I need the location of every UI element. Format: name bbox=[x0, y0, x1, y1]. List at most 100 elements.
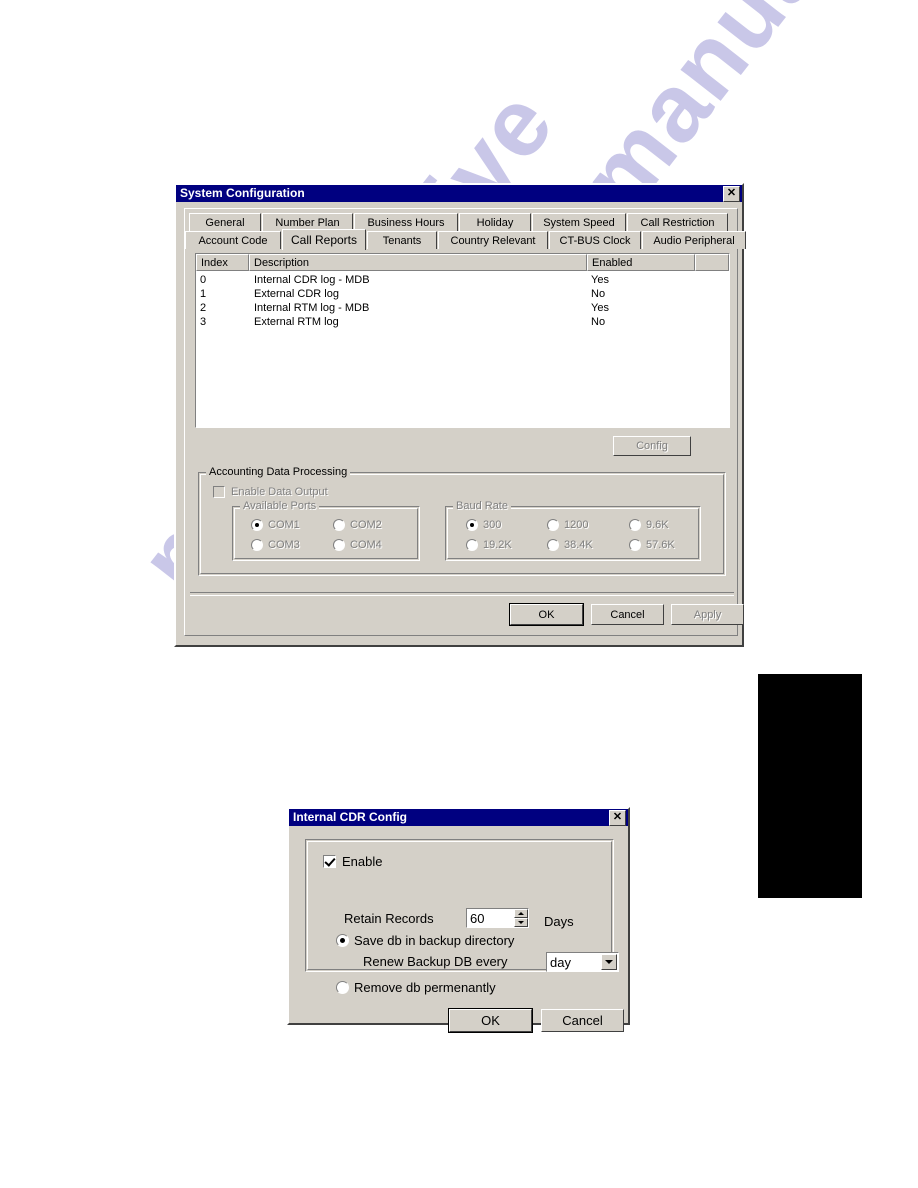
main-dialog-body: General Number Plan Business Hours Holid… bbox=[184, 208, 746, 636]
radio-baud-384k[interactable]: 38.4K bbox=[547, 539, 593, 551]
days-label: Days bbox=[544, 914, 574, 929]
column-header-description[interactable]: Description bbox=[249, 254, 587, 271]
radio-baud-576k[interactable]: 57.6K bbox=[629, 539, 675, 551]
remove-db-label: Remove db permenantly bbox=[354, 980, 496, 995]
radio-icon bbox=[336, 981, 349, 994]
save-db-label: Save db in backup directory bbox=[354, 933, 515, 948]
retain-records-stepper[interactable]: 60 bbox=[466, 908, 529, 928]
column-header-enabled[interactable]: Enabled bbox=[587, 254, 695, 271]
tab-audio-peripheral[interactable]: Audio Peripheral bbox=[642, 231, 746, 249]
chevron-down-icon[interactable] bbox=[601, 954, 617, 970]
tab-ct-bus-clock[interactable]: CT-BUS Clock bbox=[549, 231, 641, 249]
ok-button[interactable]: OK bbox=[509, 603, 584, 626]
baud-rate-title: Baud Rate bbox=[453, 500, 511, 512]
tab-system-speed[interactable]: System Speed bbox=[532, 213, 626, 231]
retain-records-input[interactable]: 60 bbox=[467, 909, 514, 927]
radio-baud-192k[interactable]: 19.2K bbox=[466, 539, 512, 551]
system-configuration-dialog: System Configuration ✕ General Number Pl… bbox=[174, 183, 746, 647]
radio-icon bbox=[466, 519, 478, 531]
cell-description: Internal RTM log - MDB bbox=[254, 302, 370, 314]
radio-icon bbox=[251, 539, 263, 551]
main-dialog-title: System Configuration bbox=[180, 186, 305, 200]
renew-backup-label: Renew Backup DB every bbox=[363, 954, 508, 969]
tab-business-hours[interactable]: Business Hours bbox=[354, 213, 458, 231]
radio-icon bbox=[466, 539, 478, 551]
accounting-group-title: Accounting Data Processing bbox=[206, 466, 351, 478]
close-icon[interactable]: ✕ bbox=[609, 809, 626, 826]
radio-remove-db[interactable]: Remove db permenantly bbox=[336, 980, 496, 995]
radio-baud-384k-label: 38.4K bbox=[564, 539, 593, 551]
spin-up-button[interactable] bbox=[514, 909, 528, 918]
tab-country-relevant[interactable]: Country Relevant bbox=[438, 231, 548, 249]
cell-enabled: No bbox=[591, 316, 606, 328]
tab-row-bottom: Account Code Call Reports Tenants Countr… bbox=[185, 229, 747, 250]
radio-icon bbox=[336, 934, 349, 947]
list-header-row: Index Description Enabled bbox=[196, 254, 729, 271]
chevron-down-icon bbox=[518, 921, 524, 924]
chevron-up-icon bbox=[518, 912, 524, 915]
enable-data-output-checkbox[interactable]: Enable Data Output bbox=[213, 486, 328, 498]
tab-row-top: General Number Plan Business Hours Holid… bbox=[189, 213, 729, 231]
radio-baud-1200-label: 1200 bbox=[564, 519, 589, 531]
spinner-buttons[interactable] bbox=[514, 909, 528, 927]
tab-call-restriction[interactable]: Call Restriction bbox=[627, 213, 728, 231]
redaction-block bbox=[758, 674, 862, 898]
button-row-separator bbox=[190, 592, 734, 596]
tab-general[interactable]: General bbox=[189, 213, 261, 231]
radio-com4[interactable]: COM4 bbox=[333, 539, 382, 551]
renew-backup-value: day bbox=[550, 954, 571, 970]
radio-baud-300[interactable]: 300 bbox=[466, 519, 501, 531]
radio-icon bbox=[629, 519, 641, 531]
radio-baud-300-label: 300 bbox=[483, 519, 502, 531]
table-row[interactable]: 1 External CDR log No bbox=[196, 288, 729, 302]
main-button-row: OK Cancel Apply bbox=[185, 603, 744, 626]
radio-com1[interactable]: COM1 bbox=[251, 519, 300, 531]
call-reports-list[interactable]: Index Description Enabled 0 Internal CDR… bbox=[195, 253, 730, 428]
radio-icon bbox=[547, 519, 559, 531]
radio-baud-96k[interactable]: 9.6K bbox=[629, 519, 669, 531]
radio-com4-label: COM4 bbox=[350, 539, 382, 551]
cell-enabled: Yes bbox=[591, 274, 609, 286]
radio-save-db-backup[interactable]: Save db in backup directory bbox=[336, 933, 514, 948]
checkbox-icon bbox=[213, 486, 225, 498]
radio-baud-96k-label: 9.6K bbox=[646, 519, 669, 531]
enable-data-output-label: Enable Data Output bbox=[231, 486, 328, 498]
cell-enabled: No bbox=[591, 288, 606, 300]
renew-backup-select[interactable]: day bbox=[546, 952, 619, 972]
available-ports-group: Available Ports COM1 COM2 COM3 COM4 bbox=[232, 500, 420, 561]
spin-down-button[interactable] bbox=[514, 918, 528, 927]
tab-holiday[interactable]: Holiday bbox=[459, 213, 531, 231]
radio-com2-label: COM2 bbox=[350, 519, 382, 531]
radio-baud-192k-label: 19.2K bbox=[483, 539, 512, 551]
table-row[interactable]: 0 Internal CDR log - MDB Yes bbox=[196, 274, 729, 288]
enable-checkbox[interactable]: Enable bbox=[323, 854, 382, 869]
close-icon[interactable]: ✕ bbox=[723, 185, 740, 202]
radio-icon bbox=[629, 539, 641, 551]
cdr-dialog-title: Internal CDR Config bbox=[293, 810, 407, 824]
tab-call-reports[interactable]: Call Reports bbox=[282, 229, 366, 250]
radio-com3[interactable]: COM3 bbox=[251, 539, 300, 551]
radio-com2[interactable]: COM2 bbox=[333, 519, 382, 531]
column-header-index[interactable]: Index bbox=[196, 254, 249, 271]
retain-records-label: Retain Records bbox=[344, 911, 434, 926]
cell-index: 0 bbox=[200, 274, 207, 286]
table-row[interactable]: 3 External RTM log No bbox=[196, 316, 729, 330]
cdr-dialog-titlebar: Internal CDR Config ✕ bbox=[289, 809, 628, 826]
radio-com3-label: COM3 bbox=[268, 539, 300, 551]
apply-button[interactable]: Apply bbox=[671, 604, 744, 625]
radio-icon bbox=[251, 519, 263, 531]
cell-description: Internal CDR log - MDB bbox=[254, 274, 370, 286]
tab-account-code[interactable]: Account Code bbox=[185, 231, 281, 249]
radio-icon bbox=[333, 539, 345, 551]
cell-description: External CDR log bbox=[254, 288, 339, 300]
config-button[interactable]: Config bbox=[613, 436, 691, 456]
radio-baud-576k-label: 57.6K bbox=[646, 539, 675, 551]
tab-tenants[interactable]: Tenants bbox=[367, 231, 437, 249]
cdr-cancel-button[interactable]: Cancel bbox=[541, 1009, 624, 1032]
radio-baud-1200[interactable]: 1200 bbox=[547, 519, 588, 531]
table-row[interactable]: 2 Internal RTM log - MDB Yes bbox=[196, 302, 729, 316]
internal-cdr-config-dialog: Internal CDR Config ✕ Enable Retain Reco… bbox=[287, 807, 630, 1033]
accounting-data-processing-group: Accounting Data Processing Enable Data O… bbox=[198, 466, 726, 576]
cdr-ok-button[interactable]: OK bbox=[448, 1008, 533, 1033]
cancel-button[interactable]: Cancel bbox=[591, 604, 664, 625]
